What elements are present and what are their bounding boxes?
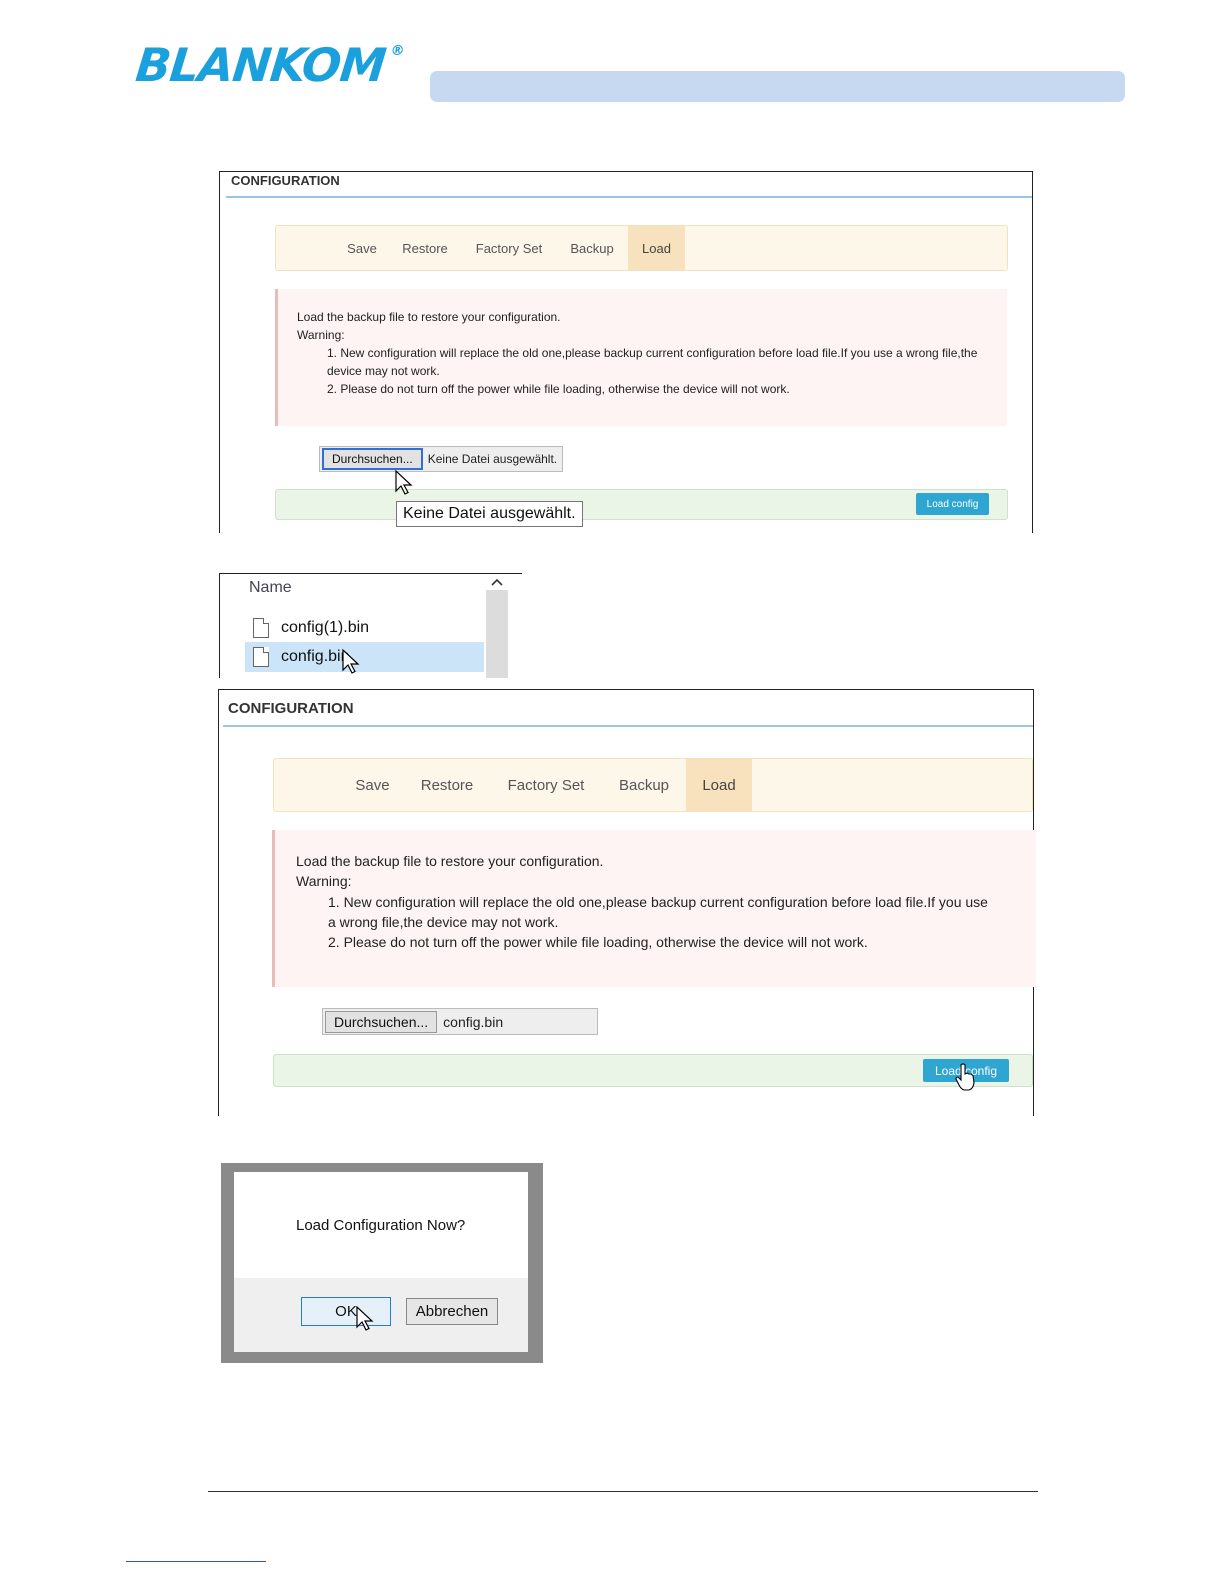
warning-heading: Warning: (296, 873, 352, 889)
tab-restore-label: Restore (420, 776, 474, 794)
tab-load[interactable]: Load (628, 226, 685, 270)
browse-button-label: Durchsuchen... (332, 452, 413, 466)
browse-button[interactable]: Durchsuchen... (325, 1010, 438, 1033)
tab-factory-set-label: Factory Set (475, 240, 543, 256)
file-icon (253, 647, 269, 667)
warning-intro: Load the backup file to restore your con… (297, 310, 561, 324)
tab-factory-set[interactable]: Factory Set (462, 226, 556, 270)
configuration-panel-2: CONFIGURATION Save Restore Factory Set B… (218, 689, 1036, 1116)
browse-button-label: Durchsuchen... (334, 1013, 429, 1030)
arrow-cursor-icon (356, 1306, 374, 1331)
arrow-cursor-icon (395, 470, 413, 495)
tab-backup[interactable]: Backup (602, 759, 686, 811)
header-bar (430, 71, 1125, 102)
list-item-selected[interactable]: config.bin (245, 642, 484, 672)
file-name: config.bin (281, 648, 350, 665)
dialog-footer: OK Abbrechen (234, 1278, 528, 1352)
tab-save-label: Save (355, 776, 390, 794)
ok-label: OK (335, 1303, 357, 1320)
tab-restore-label: Restore (402, 240, 448, 256)
action-bar: Load config (273, 1054, 1033, 1087)
configuration-panel-1: CONFIGURATION Save Restore Factory Set B… (219, 171, 1033, 533)
file-name: config(1).bin (281, 619, 370, 636)
scrollbar[interactable] (486, 574, 508, 678)
tab-load[interactable]: Load (686, 759, 752, 811)
cancel-label: Abbrechen (415, 1303, 489, 1320)
warning-item-2: 2. Please do not turn off the power whil… (327, 382, 790, 396)
tab-save[interactable]: Save (336, 226, 388, 270)
file-icon (253, 618, 269, 638)
tab-factory-set[interactable]: Factory Set (490, 759, 602, 811)
tab-bar: Save Restore Factory Set Backup Load (275, 225, 1008, 271)
tooltip-text: Keine Datei ausgewählt. (403, 505, 576, 522)
tab-restore[interactable]: Restore (404, 759, 490, 811)
browse-button[interactable]: Durchsuchen... (322, 448, 423, 470)
title-underline (223, 725, 1033, 727)
warning-item-2: 2. Please do not turn off the power whil… (328, 934, 868, 950)
footer-divider (208, 1491, 1038, 1492)
action-bar: Load config (275, 489, 1008, 520)
file-input[interactable]: Durchsuchen... config.bin (322, 1008, 598, 1035)
file-status: config.bin (443, 1013, 504, 1030)
tab-backup-label: Backup (618, 776, 670, 794)
tab-backup[interactable]: Backup (556, 226, 628, 270)
tab-save-label: Save (347, 240, 377, 256)
tab-backup-label: Backup (570, 240, 614, 256)
tab-factory-set-label: Factory Set (507, 776, 585, 794)
tab-restore[interactable]: Restore (388, 226, 462, 270)
logo-text: BLANKOM (133, 38, 388, 92)
tab-load-label: Load (702, 776, 736, 794)
file-input[interactable]: Durchsuchen... Keine Datei ausgewählt. (319, 446, 563, 472)
blankom-logo: BLANKOM ® (133, 38, 405, 92)
file-picker: Name config(1).bin config.bin (219, 573, 522, 678)
footer-link-underline (126, 1561, 266, 1562)
chevron-up-icon[interactable] (486, 574, 508, 590)
page-title: CONFIGURATION (228, 700, 354, 717)
page-title: CONFIGURATION (231, 173, 340, 188)
warning-box: Load the backup file to restore your con… (275, 289, 1007, 426)
registered-mark: ® (389, 43, 405, 59)
file-status: Keine Datei ausgewählt. (427, 452, 558, 466)
warning-item-1: 1. New configuration will replace the ol… (328, 894, 988, 930)
load-config-button[interactable]: Load config (916, 493, 989, 515)
warning-item-1: 1. New configuration will replace the ol… (327, 346, 978, 378)
title-underline (226, 196, 1032, 198)
tab-save[interactable]: Save (341, 759, 404, 811)
dialog-message: Load Configuration Now? (296, 1217, 466, 1234)
warning-intro: Load the backup file to restore your con… (296, 853, 604, 869)
cancel-button[interactable]: Abbrechen (406, 1298, 498, 1325)
warning-box: Load the backup file to restore your con… (272, 830, 1036, 987)
load-config-label: Load config (926, 498, 979, 510)
tab-bar: Save Restore Factory Set Backup Load (273, 758, 1033, 812)
tooltip: Keine Datei ausgewählt. (396, 501, 583, 527)
warning-heading: Warning: (297, 328, 345, 342)
ok-button[interactable]: OK (301, 1297, 391, 1326)
arrow-cursor-icon (342, 649, 360, 674)
tab-load-label: Load (642, 240, 671, 256)
hand-cursor-icon (955, 1063, 975, 1091)
column-header-name[interactable]: Name (249, 579, 292, 597)
list-item[interactable]: config(1).bin (253, 616, 369, 640)
